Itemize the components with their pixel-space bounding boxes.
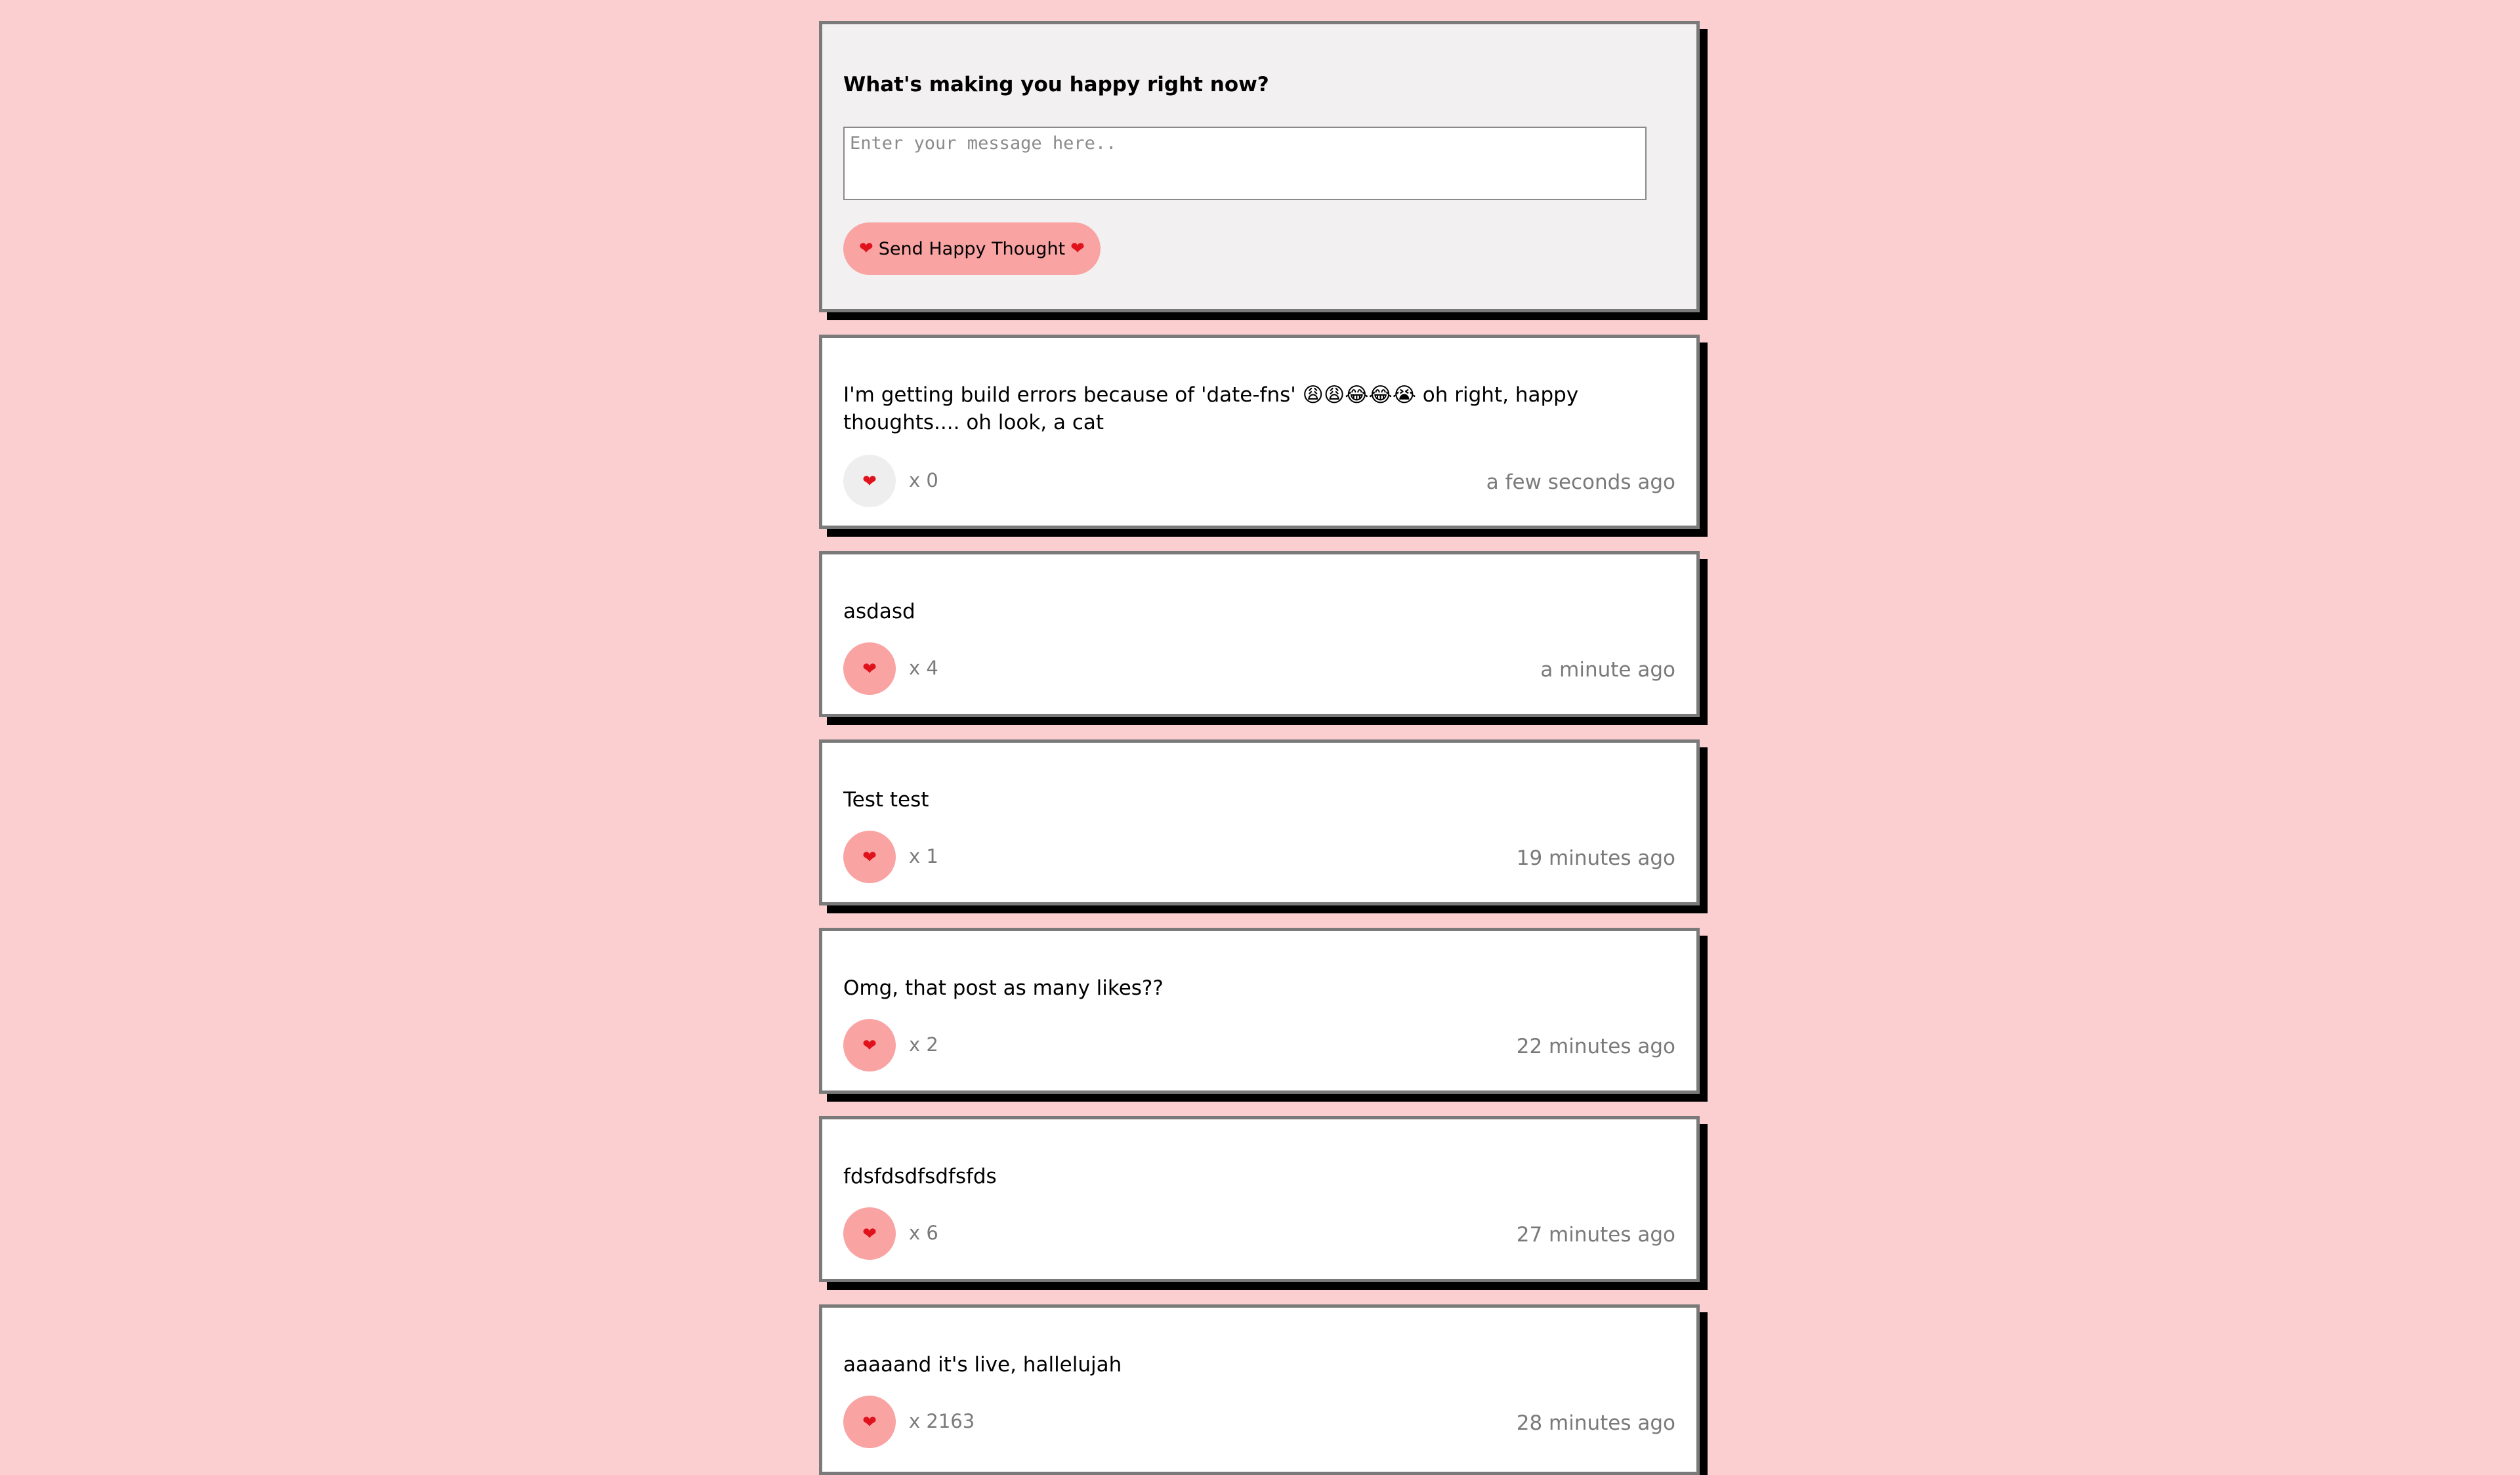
heart-icon: ❤ bbox=[1070, 239, 1085, 259]
like-button[interactable]: ❤ bbox=[843, 455, 896, 507]
heart-icon: ❤ bbox=[862, 659, 877, 678]
like-button[interactable]: ❤ bbox=[843, 642, 896, 695]
message-input[interactable] bbox=[843, 127, 1647, 200]
thought-message: Omg, that post as many likes?? bbox=[843, 976, 1164, 1000]
like-count: x 2163 bbox=[909, 1410, 975, 1432]
thought-card: fdsfdsdfsdfsfds ❤ x 6 27 minutes ago bbox=[819, 1116, 1700, 1282]
like-button[interactable]: ❤ bbox=[843, 831, 896, 883]
form-prompt: What's making you happy right now? bbox=[843, 73, 1269, 96]
thought-card: Test test ❤ x 1 19 minutes ago bbox=[819, 739, 1700, 905]
like-count: x 0 bbox=[909, 469, 938, 491]
thought-timestamp: 27 minutes ago bbox=[1516, 1223, 1675, 1247]
like-button[interactable]: ❤ bbox=[843, 1207, 896, 1260]
heart-icon: ❤ bbox=[862, 847, 877, 867]
like-button[interactable]: ❤ bbox=[843, 1396, 896, 1448]
thought-timestamp: 22 minutes ago bbox=[1516, 1035, 1675, 1058]
feed-column: What's making you happy right now? ❤ Sen… bbox=[819, 21, 1700, 1475]
thought-message: I'm getting build errors because of 'dat… bbox=[843, 383, 1579, 434]
thought-card: aaaaand it's live, hallelujah ❤ x 2163 2… bbox=[819, 1304, 1700, 1475]
thought-card: asdasd ❤ x 4 a minute ago bbox=[819, 551, 1700, 717]
thought-timestamp: 28 minutes ago bbox=[1516, 1411, 1675, 1435]
heart-icon: ❤ bbox=[859, 239, 873, 259]
heart-icon: ❤ bbox=[862, 1035, 877, 1055]
send-button-label: Send Happy Thought bbox=[878, 238, 1066, 259]
thought-card: Omg, that post as many likes?? ❤ x 2 22 … bbox=[819, 928, 1700, 1094]
thought-card: I'm getting build errors because of 'dat… bbox=[819, 335, 1700, 529]
like-count: x 4 bbox=[909, 657, 938, 679]
like-count: x 2 bbox=[909, 1033, 938, 1056]
heart-icon: ❤ bbox=[862, 1412, 877, 1432]
send-happy-thought-button[interactable]: ❤ Send Happy Thought ❤ bbox=[843, 222, 1101, 275]
heart-icon: ❤ bbox=[862, 471, 877, 491]
like-button[interactable]: ❤ bbox=[843, 1019, 896, 1071]
thought-message: fdsfdsdfsdfsfds bbox=[843, 1165, 997, 1188]
thought-timestamp: a minute ago bbox=[1540, 658, 1675, 682]
thought-timestamp: a few seconds ago bbox=[1486, 470, 1675, 494]
like-count: x 6 bbox=[909, 1222, 938, 1244]
heart-icon: ❤ bbox=[862, 1224, 877, 1243]
thought-timestamp: 19 minutes ago bbox=[1516, 846, 1675, 870]
thought-message: aaaaand it's live, hallelujah bbox=[843, 1353, 1122, 1377]
thought-message: asdasd bbox=[843, 600, 915, 623]
like-count: x 1 bbox=[909, 845, 938, 867]
happy-thought-form: What's making you happy right now? ❤ Sen… bbox=[819, 21, 1700, 312]
thought-message: Test test bbox=[843, 788, 929, 812]
